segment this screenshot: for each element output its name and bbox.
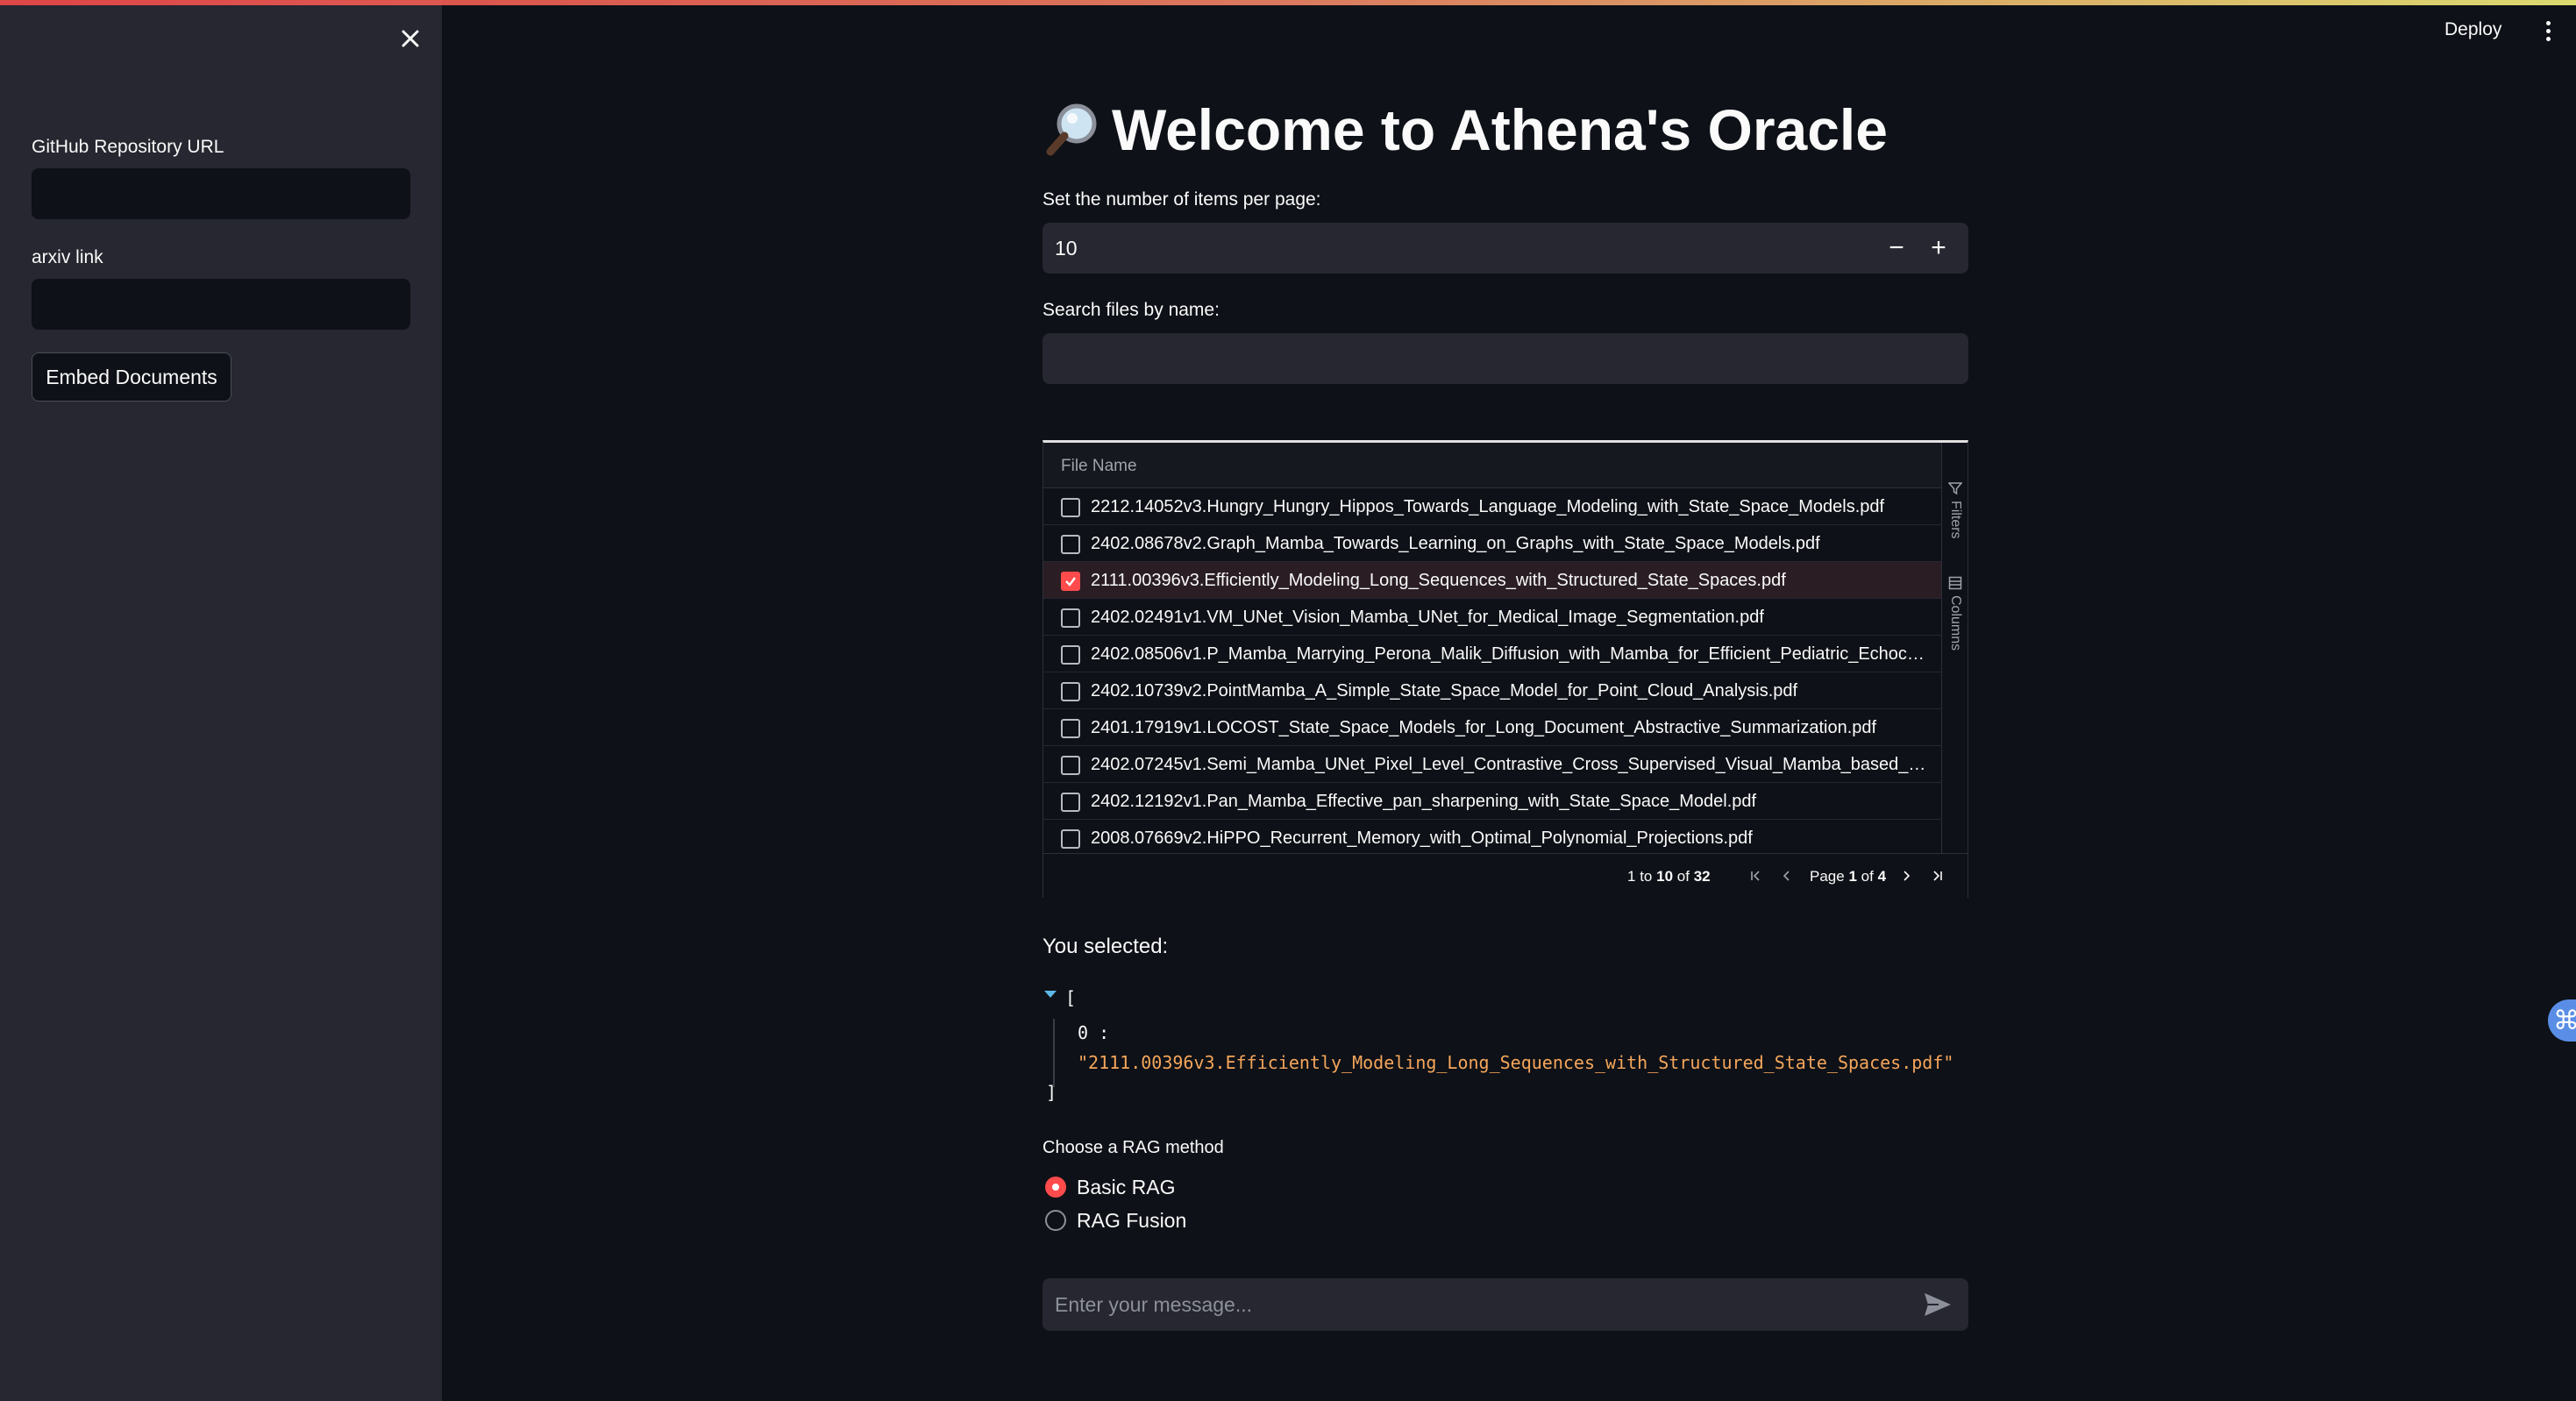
items-per-page-input[interactable]: 10 − + (1042, 223, 1968, 274)
page-title: Welcome to Athena's Oracle (1042, 95, 1888, 165)
page-indicator: Page 1 of 4 (1810, 868, 1887, 885)
json-index: 0 : (1078, 1022, 1110, 1043)
grid-pagination: 1 to 10 of 32 Page 1 of 4 (1043, 853, 1968, 899)
chat-input[interactable] (1042, 1278, 1911, 1331)
radio-basic-rag-label[interactable]: Basic RAG (1077, 1176, 1175, 1199)
sidebar: GitHub Repository URL arxiv link Embed D… (0, 0, 442, 1401)
github-url-input[interactable] (32, 168, 410, 219)
file-name-cell[interactable]: 2402.08678v2.Graph_Mamba_Towards_Learnin… (1091, 534, 1932, 554)
grid-side-panel: Filters Columns (1941, 443, 1968, 855)
table-row[interactable]: 2401.17919v1.LOCOST_State_Space_Models_f… (1043, 709, 1941, 746)
table-row[interactable]: 2111.00396v3.Efficiently_Modeling_Long_S… (1043, 562, 1941, 599)
previous-page-button[interactable] (1776, 864, 1797, 887)
file-name-cell[interactable]: 2402.10739v2.PointMamba_A_Simple_State_S… (1091, 681, 1932, 701)
page-title-text: Welcome to Athena's Oracle (1112, 97, 1888, 162)
arxiv-link-input[interactable] (32, 279, 410, 330)
checkbox[interactable] (1061, 793, 1080, 812)
json-close-bracket: ] (1046, 1082, 1057, 1103)
items-per-page-label: Set the number of items per page: (1042, 189, 1321, 210)
checkbox[interactable] (1061, 608, 1080, 628)
send-button[interactable] (1923, 1291, 1953, 1319)
last-page-icon (1933, 871, 1942, 881)
radio-rag-fusion[interactable] (1045, 1210, 1066, 1231)
file-grid: File Name 2212.14052v3.Hungry_Hungry_Hip… (1042, 440, 1968, 899)
chevron-right-icon (1904, 871, 1911, 881)
checkbox[interactable] (1061, 535, 1080, 554)
checkbox-checked[interactable] (1061, 572, 1080, 591)
file-name-cell[interactable]: 2212.14052v3.Hungry_Hungry_Hippos_Toward… (1091, 497, 1932, 517)
filter-icon (1948, 482, 1962, 495)
checkbox[interactable] (1061, 829, 1080, 849)
top-decoration-bar (0, 0, 2576, 5)
json-value: "2111.00396v3.Efficiently_Modeling_Long_… (1078, 1052, 1954, 1073)
file-name-cell[interactable]: 2402.12192v1.Pan_Mamba_Effective_pan_sha… (1091, 792, 1932, 812)
file-name-cell[interactable]: 2401.17919v1.LOCOST_State_Space_Models_f… (1091, 718, 1932, 738)
radio-basic-rag[interactable] (1045, 1177, 1066, 1198)
checkbox[interactable] (1061, 756, 1080, 775)
table-row[interactable]: 2402.08678v2.Graph_Mamba_Towards_Learnin… (1043, 525, 1941, 562)
send-icon (1925, 1293, 1951, 1316)
filters-tab[interactable]: Filters (1944, 481, 1967, 539)
checkbox[interactable] (1061, 682, 1080, 701)
table-row[interactable]: 2212.14052v3.Hungry_Hungry_Hippos_Toward… (1043, 488, 1941, 525)
search-files-input[interactable] (1042, 333, 1968, 384)
command-shortcut-icon[interactable]: ⌘ (2548, 999, 2576, 1042)
items-per-page-value[interactable]: 10 (1055, 237, 1078, 260)
columns-tab[interactable]: Columns (1944, 576, 1967, 651)
magnifier-icon (1042, 99, 1103, 160)
embed-documents-button[interactable]: Embed Documents (32, 352, 231, 402)
checkmark-icon (1065, 577, 1076, 587)
arxiv-link-label: arxiv link (32, 247, 103, 267)
next-page-button[interactable] (1896, 864, 1917, 887)
table-row[interactable]: 2402.12192v1.Pan_Mamba_Effective_pan_sha… (1043, 783, 1941, 820)
file-name-cell[interactable]: 2111.00396v3.Efficiently_Modeling_Long_S… (1091, 571, 1932, 591)
columns-tab-label: Columns (1948, 595, 1963, 651)
table-row[interactable]: 2402.08506v1.P_Mamba_Marrying_Perona_Mal… (1043, 636, 1941, 672)
grid-header: File Name (1043, 443, 1941, 488)
file-name-cell[interactable]: 2008.07669v2.HiPPO_Recurrent_Memory_with… (1091, 829, 1932, 849)
kebab-menu-icon[interactable] (2539, 19, 2557, 46)
selection-heading: You selected: (1042, 935, 1169, 958)
checkbox[interactable] (1061, 719, 1080, 738)
last-page-button[interactable] (1927, 864, 1948, 887)
search-files-label: Search files by name: (1042, 300, 1220, 320)
github-url-label: GitHub Repository URL (32, 137, 224, 157)
collapse-caret-icon[interactable] (1044, 991, 1057, 998)
table-row[interactable]: 2402.02491v1.VM_UNet_Vision_Mamba_UNet_f… (1043, 599, 1941, 636)
filters-tab-label: Filters (1948, 501, 1963, 539)
chevron-left-icon (1783, 871, 1790, 881)
table-row[interactable]: 2402.07245v1.Semi_Mamba_UNet_Pixel_Level… (1043, 746, 1941, 783)
file-name-cell[interactable]: 2402.02491v1.VM_UNet_Vision_Mamba_UNet_f… (1091, 608, 1932, 628)
decrement-button[interactable]: − (1875, 223, 1918, 274)
close-icon (402, 30, 419, 47)
increment-button[interactable]: + (1918, 223, 1960, 274)
columns-icon (1948, 576, 1962, 590)
checkbox[interactable] (1061, 498, 1080, 517)
row-count: 1 to 10 of 32 (1627, 868, 1711, 885)
first-page-button[interactable] (1745, 864, 1766, 887)
file-name-cell[interactable]: 2402.08506v1.P_Mamba_Marrying_Perona_Mal… (1091, 644, 1932, 665)
json-indent-guide (1053, 1019, 1055, 1087)
first-page-icon (1751, 871, 1760, 881)
close-sidebar-button[interactable] (395, 23, 426, 54)
checkbox[interactable] (1061, 645, 1080, 665)
file-name-cell[interactable]: 2402.07245v1.Semi_Mamba_UNet_Pixel_Level… (1091, 755, 1932, 775)
table-row[interactable]: 2008.07669v2.HiPPO_Recurrent_Memory_with… (1043, 820, 1941, 857)
deploy-button[interactable]: Deploy (2444, 19, 2501, 40)
rag-method-label: Choose a RAG method (1042, 1138, 1224, 1157)
json-open-bracket: [ (1065, 987, 1077, 1008)
chat-input-container (1042, 1278, 1968, 1331)
table-row[interactable]: 2402.10739v2.PointMamba_A_Simple_State_S… (1043, 672, 1941, 709)
radio-rag-fusion-label[interactable]: RAG Fusion (1077, 1209, 1186, 1233)
column-header-file-name[interactable]: File Name (1061, 457, 1137, 476)
